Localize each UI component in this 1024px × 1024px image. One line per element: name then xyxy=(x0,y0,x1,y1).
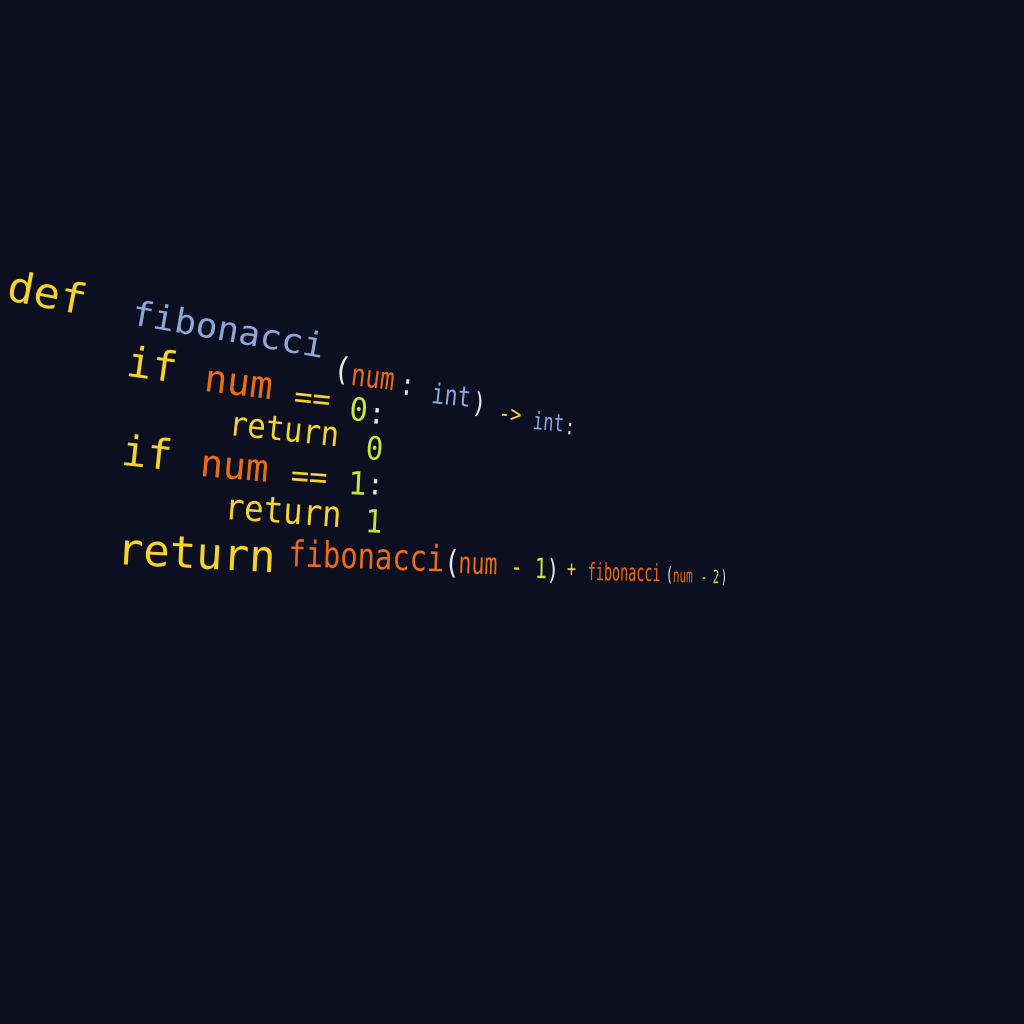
var-num: num xyxy=(672,565,693,588)
number-2: 2 xyxy=(712,567,720,589)
op-equals: == xyxy=(289,456,329,497)
keyword-def: def xyxy=(3,262,91,326)
op-plus: + xyxy=(566,557,577,583)
var-num: num xyxy=(457,546,499,583)
close-paren: ) xyxy=(470,386,488,421)
op-minus: - xyxy=(700,567,708,589)
keyword-return: return xyxy=(223,487,343,537)
number-0: 0 xyxy=(347,390,370,430)
if-colon: : xyxy=(367,396,387,433)
var-num: num xyxy=(198,441,271,491)
close-paren: ) xyxy=(546,553,560,587)
keyword-return: return xyxy=(115,524,277,584)
if-colon: : xyxy=(366,467,385,503)
var-num: num xyxy=(202,356,276,409)
number-1: 1 xyxy=(347,464,368,503)
close-paren: ) xyxy=(720,567,728,589)
call-fibonacci: fibonacci xyxy=(587,558,661,588)
code-canvas: def fibonacci ( num : int ) -> int : if … xyxy=(0,0,1024,1024)
param-colon: : xyxy=(398,367,417,404)
call-fibonacci: fibonacci xyxy=(287,534,446,581)
param-type: int xyxy=(429,377,473,414)
keyword-if: if xyxy=(119,426,175,481)
return-type: int xyxy=(531,407,566,438)
number-1: 1 xyxy=(534,552,548,586)
def-colon: : xyxy=(563,415,576,441)
keyword-if: if xyxy=(123,337,181,393)
return-arrow: -> xyxy=(497,399,523,429)
op-minus: - xyxy=(509,550,524,584)
code-block: def fibonacci ( num : int ) -> int : if … xyxy=(0,0,1024,1024)
number-0: 0 xyxy=(364,429,385,469)
number-1: 1 xyxy=(364,502,384,541)
